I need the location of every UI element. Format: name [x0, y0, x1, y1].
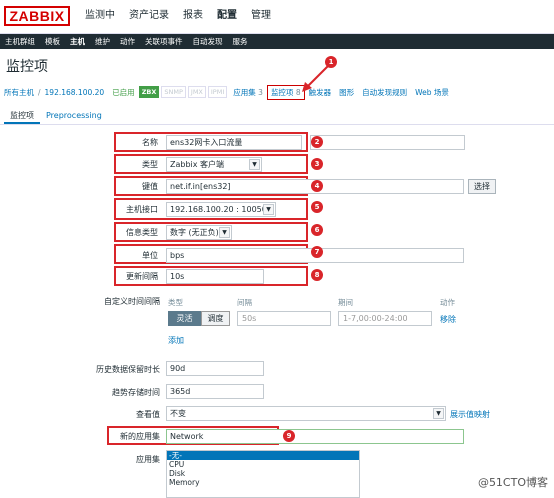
list-item[interactable]: -无- [167, 451, 359, 460]
info-type-value: 数字 (无正负) [170, 228, 219, 237]
custom-col-period: 期间 [338, 298, 353, 307]
trends-input[interactable]: 365d [166, 384, 264, 399]
submenu-discovery[interactable]: 自动发现 [188, 34, 228, 49]
chevron-down-icon: ▼ [249, 159, 260, 170]
list-item[interactable]: Disk [167, 469, 359, 478]
watermark: @51CTO博客 [477, 476, 548, 489]
items-label: 监控项 [270, 87, 294, 97]
menu-configuration[interactable]: 配置 [210, 0, 244, 34]
show-value-mappings-link[interactable]: 展示值映射 [450, 409, 490, 420]
remove-link[interactable]: 移除 [440, 314, 456, 325]
flexible-toggle[interactable]: 灵活 [168, 311, 201, 326]
type-value: Zabbix 客户端 [170, 160, 225, 169]
name-input-extension [310, 135, 465, 150]
show-value-label: 查看值 [136, 410, 160, 419]
info-type-label: 信息类型 [126, 228, 158, 237]
scheduling-toggle[interactable]: 调度 [201, 311, 230, 326]
marker-1: 1 [325, 56, 337, 68]
list-item[interactable]: Memory [167, 478, 359, 487]
badge-snmp: SNMP [161, 86, 186, 98]
chevron-down-icon: ▼ [219, 227, 230, 238]
badge-jmx: JMX [187, 86, 206, 98]
main-menu: 监测中 资产记录 报表 配置 管理 [78, 0, 278, 34]
add-link[interactable]: 添加 [168, 335, 184, 346]
crumb-web[interactable]: Web 场景 [411, 87, 453, 98]
top-bar: ZABBIX 监测中 资产记录 报表 配置 管理 [0, 0, 554, 34]
marker-2: 2 [311, 136, 323, 148]
history-input[interactable]: 90d [166, 361, 264, 376]
key-label: 键值 [142, 182, 158, 191]
menu-inventory[interactable]: 资产记录 [122, 0, 176, 34]
list-item[interactable]: CPU [167, 460, 359, 469]
new-application-input[interactable]: Network [166, 429, 464, 444]
interval-input[interactable]: 10s [166, 269, 264, 284]
custom-col-action: 动作 [440, 298, 455, 307]
submenu-hostgroups[interactable]: 主机群组 [0, 34, 40, 49]
crumb-graphs[interactable]: 图形 [335, 87, 358, 98]
name-input[interactable]: ens32网卡入口流量 [166, 135, 302, 150]
custom-intervals-label: 自定义时间间隔 [104, 297, 160, 306]
custom-interval-input[interactable]: 50s [237, 311, 331, 326]
interface-value: 192.168.100.20 : 10050 [170, 205, 267, 214]
form-tabs: 监控项 Preprocessing [4, 108, 108, 124]
marker-8: 8 [311, 269, 323, 281]
applications-label: 应用集 [233, 87, 256, 97]
submenu-actions[interactable]: 动作 [115, 34, 140, 49]
badge-zbx: ZBX [138, 86, 160, 98]
crumb-all-hosts[interactable]: 所有主机 [0, 87, 38, 98]
crumb-discovery[interactable]: 自动发现规则 [358, 87, 411, 98]
info-type-select[interactable]: 数字 (无正负) ▼ [166, 225, 232, 240]
custom-period-input[interactable]: 1-7,00:00-24:00 [338, 311, 432, 326]
type-label: 类型 [142, 160, 158, 169]
marker-3: 3 [311, 158, 323, 170]
tab-items[interactable]: 监控项 [4, 108, 40, 124]
sub-menu: 主机群组 模板 主机 维护 动作 关联项事件 自动发现 服务 [0, 34, 554, 49]
interface-select[interactable]: 192.168.100.20 : 10050 ▼ [166, 202, 276, 217]
trends-label: 趋势存储时间 [112, 388, 160, 397]
marker-5: 5 [311, 201, 323, 213]
marker-4: 4 [311, 180, 323, 192]
custom-col-interval: 间隔 [237, 298, 252, 307]
select-key-button[interactable]: 选择 [468, 179, 496, 194]
chevron-down-icon: ▼ [263, 204, 274, 215]
marker-6: 6 [311, 224, 323, 236]
tab-divider [0, 124, 554, 125]
breadcrumb: 所有主机 / 192.168.100.20 已启用 ZBX SNMP JMX I… [0, 82, 554, 102]
marker-7: 7 [311, 246, 323, 258]
name-label: 名称 [142, 138, 158, 147]
show-value-select[interactable]: 不变 ▼ [166, 406, 446, 421]
submenu-services[interactable]: 服务 [228, 34, 253, 49]
menu-reports[interactable]: 报表 [176, 0, 210, 34]
custom-col-type: 类型 [168, 298, 183, 307]
show-value-value: 不变 [170, 409, 186, 418]
badge-ipmi: IPMI [207, 86, 228, 98]
tab-preprocessing[interactable]: Preprocessing [40, 108, 108, 124]
applications-label: 应用集 [136, 455, 160, 464]
crumb-host[interactable]: 192.168.100.20 [41, 88, 109, 97]
marker-9: 9 [283, 430, 295, 442]
submenu-maintenance[interactable]: 维护 [90, 34, 115, 49]
menu-monitoring[interactable]: 监测中 [78, 0, 122, 34]
applications-count: 3 [258, 87, 263, 97]
interval-label: 更新间隔 [126, 272, 158, 281]
interface-label: 主机接口 [126, 205, 158, 214]
menu-administration[interactable]: 管理 [244, 0, 278, 34]
chevron-down-icon: ▼ [433, 408, 444, 419]
submenu-templates[interactable]: 模板 [40, 34, 65, 49]
crumb-applications[interactable]: 应用集 3 [229, 87, 267, 98]
history-label: 历史数据保留时长 [96, 365, 160, 374]
new-application-label: 新的应用集 [120, 432, 160, 441]
page-title: 监控项 [6, 59, 48, 75]
submenu-hosts[interactable]: 主机 [65, 34, 90, 49]
host-status: 已启用 [112, 87, 135, 97]
applications-listbox[interactable]: -无- CPU Disk Memory [166, 450, 360, 498]
submenu-correlation[interactable]: 关联项事件 [140, 34, 188, 49]
zabbix-logo[interactable]: ZABBIX [4, 6, 70, 26]
units-label: 单位 [142, 251, 158, 260]
type-select[interactable]: Zabbix 客户端 ▼ [166, 157, 262, 172]
